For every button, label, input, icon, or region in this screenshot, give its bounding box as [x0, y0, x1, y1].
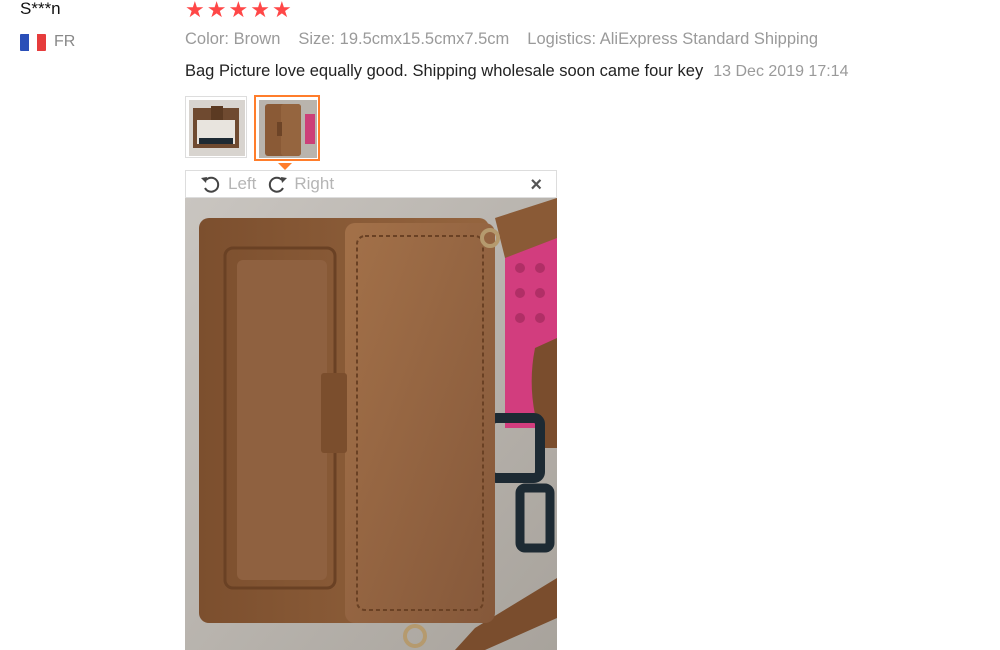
rotate-right-icon	[269, 176, 288, 193]
product-size: Size: 19.5cmx15.5cmx7.5cm	[298, 30, 510, 48]
logistics-info: Logistics: AliExpress Standard Shipping	[527, 30, 819, 48]
country-code: FR	[54, 33, 76, 50]
review-photo-large	[185, 198, 557, 650]
product-color: Color: Brown	[185, 30, 281, 48]
review-thumbnails	[185, 95, 320, 161]
review-date: 13 Dec 2019 17:14	[713, 63, 849, 80]
review-text: Bag Picture love equally good. Shipping …	[185, 62, 704, 80]
review-feedback: Bag Picture love equally good. Shipping …	[185, 62, 848, 81]
review-meta: Color: Brown Size: 19.5cmx15.5cmx7.5cm L…	[185, 30, 818, 49]
star-icon: ★	[185, 0, 205, 22]
rotate-left-icon	[201, 176, 220, 193]
review-thumbnail[interactable]	[185, 96, 247, 158]
reviewer-info: S***n FR	[20, 0, 75, 51]
review-thumbnail-selected[interactable]	[254, 95, 320, 161]
rotate-right-button[interactable]: Right	[266, 174, 334, 194]
star-icon: ★	[271, 0, 292, 22]
viewer-toolbar: Left Right ×	[185, 170, 557, 198]
rotate-right-label: Right	[294, 174, 335, 193]
thumbnail-pointer	[278, 163, 292, 170]
reviewer-country: FR	[20, 33, 75, 51]
star-rating: ★ ★ ★ ★ ★	[185, 0, 292, 21]
rotate-left-button[interactable]: Left	[200, 174, 256, 194]
star-icon: ★	[228, 0, 249, 22]
close-icon[interactable]: ×	[530, 174, 542, 197]
star-icon: ★	[206, 0, 227, 22]
rotate-left-label: Left	[228, 174, 257, 193]
bag-closed-photo	[259, 100, 317, 158]
star-icon: ★	[250, 0, 270, 22]
image-viewer: Left Right ×	[185, 170, 557, 650]
reviewer-name: S***n	[20, 0, 61, 18]
france-flag-icon	[20, 33, 46, 51]
bag-open-photo	[189, 100, 245, 156]
